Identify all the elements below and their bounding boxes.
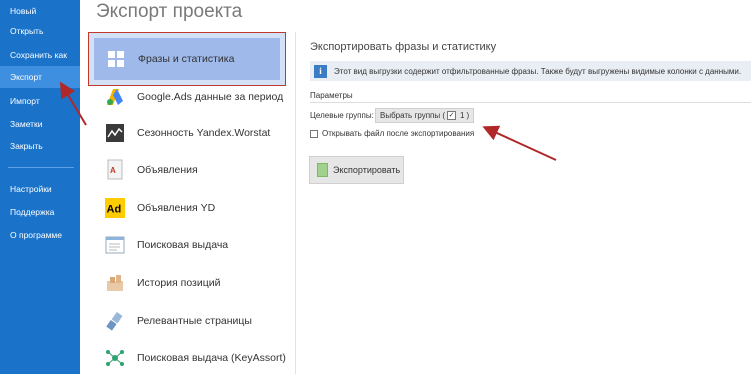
params-divider bbox=[310, 102, 751, 103]
select-groups-suffix: ) bbox=[466, 111, 470, 120]
format-item-relevant-pages[interactable]: Релевантные страницы bbox=[88, 303, 288, 339]
document-icon bbox=[317, 163, 328, 177]
sidebar-item-new[interactable]: Новый bbox=[0, 0, 80, 22]
format-item-phrases-stats[interactable]: Фразы и статистика bbox=[88, 32, 286, 86]
serp-window-icon bbox=[104, 234, 126, 256]
sidebar-item-notes[interactable]: Заметки bbox=[0, 113, 80, 135]
table-grid-icon bbox=[105, 48, 127, 70]
select-groups-count: 1 bbox=[460, 111, 465, 120]
select-groups-button[interactable]: Выбрать группы ( ✓ 1 ) bbox=[375, 108, 475, 123]
google-ads-icon bbox=[104, 86, 126, 108]
export-button[interactable]: Экспортировать bbox=[309, 156, 404, 184]
sidebar: Новый Открыть Сохранить как Экспорт Импо… bbox=[0, 0, 80, 374]
keyassort-cluster-icon bbox=[104, 347, 126, 369]
format-item-ads-yd[interactable]: Ad Объявления YD bbox=[88, 190, 288, 226]
sidebar-item-open[interactable]: Открыть bbox=[0, 20, 80, 42]
svg-text:A: A bbox=[110, 166, 116, 175]
arrow-to-groups bbox=[482, 125, 557, 161]
sidebar-divider bbox=[8, 167, 74, 168]
open-after-export-checkbox[interactable]: Открывать файл после экспортирования bbox=[310, 129, 474, 138]
format-item-position-history[interactable]: История позиций bbox=[88, 265, 288, 301]
export-section-title: Экспортировать фразы и статистику bbox=[310, 41, 497, 53]
sidebar-item-settings[interactable]: Настройки bbox=[0, 178, 80, 200]
page-title: Экспорт проекта bbox=[96, 1, 243, 22]
checkbox-checked-icon: ✓ bbox=[447, 111, 457, 120]
sidebar-item-support[interactable]: Поддержка bbox=[0, 201, 80, 223]
sidebar-item-export[interactable]: Экспорт bbox=[0, 66, 80, 88]
format-item-seasonality[interactable]: Сезонность Yandex.Worstat bbox=[88, 115, 288, 151]
info-banner: i Этот вид выгрузки содержит отфильтрова… bbox=[310, 61, 751, 81]
sidebar-item-about[interactable]: О программе bbox=[0, 224, 80, 246]
select-groups-prefix: Выбрать группы ( bbox=[380, 111, 446, 120]
checkbox-box[interactable] bbox=[310, 129, 318, 138]
sidebar-item-close[interactable]: Закрыть bbox=[0, 135, 80, 157]
format-item-serp[interactable]: Поисковая выдача bbox=[88, 227, 288, 263]
position-history-icon bbox=[104, 272, 126, 294]
info-icon: i bbox=[314, 64, 327, 78]
format-item-google-ads[interactable]: Google.Ads данные за период bbox=[88, 79, 288, 115]
format-item-label: История позиций bbox=[137, 277, 221, 289]
format-item-label: Поисковая выдача bbox=[137, 239, 229, 251]
yandex-direct-ad-icon: Ad bbox=[104, 197, 126, 219]
panel-divider bbox=[295, 32, 296, 374]
format-item-serp-keyassort[interactable]: Поисковая выдача (KeyAssort) bbox=[88, 340, 288, 374]
seasonality-chart-icon bbox=[104, 122, 126, 144]
format-item-label: Объявления bbox=[137, 164, 198, 176]
params-heading: Параметры bbox=[310, 91, 353, 100]
sidebar-item-save-as[interactable]: Сохранить как bbox=[0, 44, 80, 66]
sidebar-item-import[interactable]: Импорт bbox=[0, 90, 80, 112]
format-item-label: Сезонность Yandex.Worstat bbox=[137, 127, 271, 139]
format-item-label: Поисковая выдача (KeyAssort) bbox=[137, 352, 286, 364]
info-text: Этот вид выгрузки содержит отфильтрованн… bbox=[334, 66, 742, 76]
format-item-label: Google.Ads данные за период bbox=[137, 91, 284, 103]
svg-text:Ad: Ad bbox=[107, 204, 122, 216]
relevant-pages-icon bbox=[104, 310, 126, 332]
format-item-label: Фразы и статистика bbox=[138, 53, 235, 65]
target-groups-label: Целевые группы: bbox=[310, 111, 374, 120]
format-item-label: Объявления YD bbox=[137, 202, 216, 214]
ads-document-icon: A bbox=[104, 159, 126, 181]
open-after-export-label: Открывать файл после экспортирования bbox=[322, 129, 475, 138]
format-item-ads[interactable]: A Объявления bbox=[88, 152, 288, 188]
format-item-label: Релевантные страницы bbox=[137, 315, 252, 327]
export-button-label: Экспортировать bbox=[333, 165, 401, 175]
